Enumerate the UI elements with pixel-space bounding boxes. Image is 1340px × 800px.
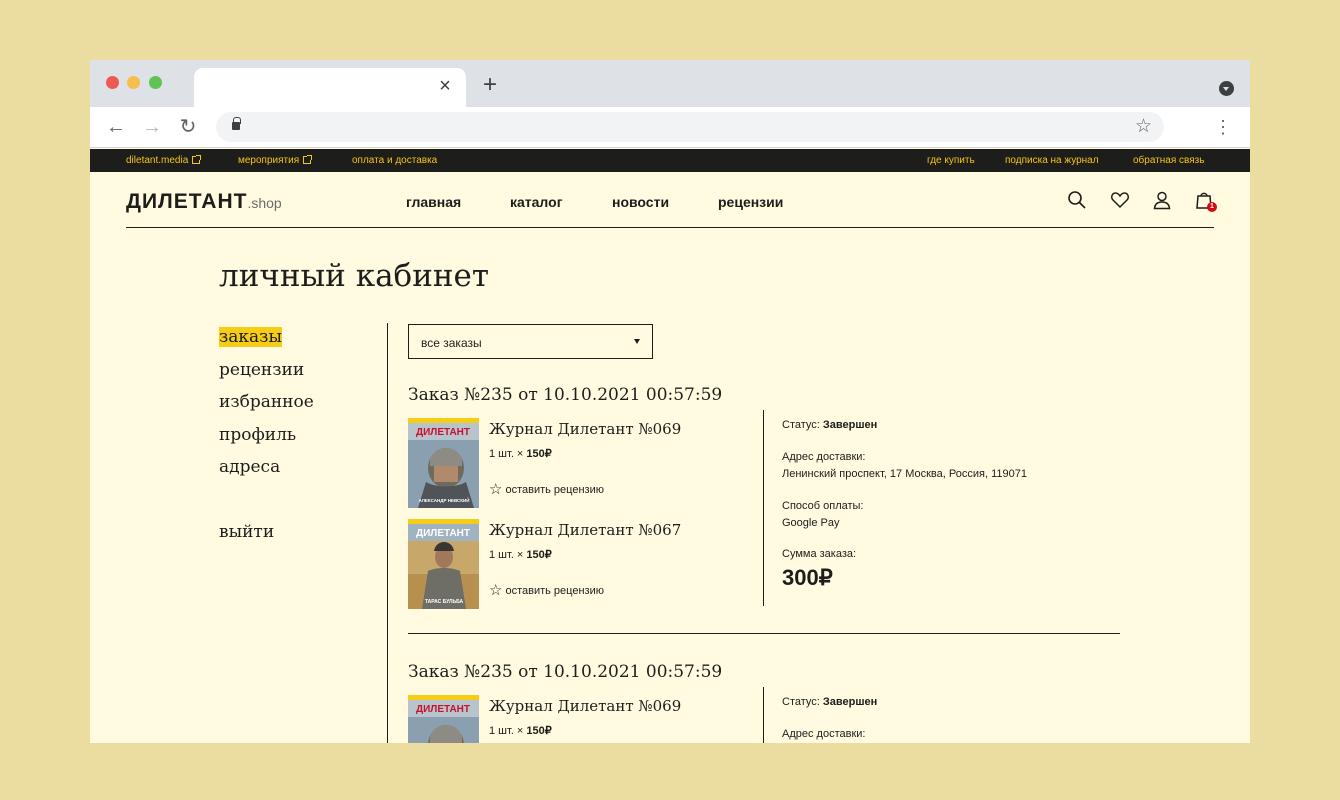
new-tab-button[interactable]: + (480, 73, 500, 97)
star-icon: ☆ (489, 481, 503, 498)
nav-catalog[interactable]: каталог (510, 194, 563, 210)
browser-tab[interactable]: × (194, 68, 466, 107)
order-item: ДИЛЕТАНТ АЛЕКСАНДР НЕВСКИЙ Журнал Дилета… (408, 418, 748, 510)
browser-profile-icon[interactable] (1219, 81, 1234, 96)
magazine-cover-image[interactable]: ДИЛЕТАНТ (408, 695, 479, 743)
top-link-events[interactable]: мероприятия (238, 155, 313, 167)
magazine-cover-image[interactable]: ДИЛЕТАНТ АЛЕКСАНДР НЕВСКИЙ (408, 418, 479, 508)
leave-review-link[interactable]: ☆ оставить рецензию (489, 582, 604, 599)
order-total-label: Сумма заказа: (782, 548, 857, 560)
tab-close-icon[interactable]: × (436, 76, 454, 96)
order-payment-value: Google Pay (782, 517, 840, 529)
order-divider (763, 410, 764, 606)
sidebar-item-reviews[interactable]: рецензии (219, 359, 304, 381)
item-quantity-price: 1 шт. × 150₽ (489, 448, 552, 460)
cover-masthead: ДИЛЕТАНТ (416, 528, 470, 539)
browser-tab-bar: × + (90, 60, 1250, 107)
sidebar-divider (387, 323, 388, 743)
heart-icon[interactable] (1110, 190, 1130, 210)
external-link-icon (192, 155, 202, 164)
nav-news[interactable]: новости (612, 194, 669, 210)
order-address-label: Адрес доставки: (782, 451, 866, 463)
item-quantity-price: 1 шт. × 150₽ (489, 725, 552, 737)
cart-count-badge: 1 (1207, 202, 1217, 212)
site-logo[interactable]: ДИЛЕТАНТ.shop (126, 190, 282, 214)
page-title: личный кабинет (219, 258, 490, 294)
sidebar-item-logout[interactable]: выйти (219, 521, 274, 543)
order-address-label: Адрес доставки: (782, 728, 866, 740)
sidebar-item-addresses[interactable]: адреса (219, 456, 280, 478)
order-divider (763, 687, 764, 743)
cover-masthead: ДИЛЕТАНТ (416, 427, 470, 438)
order-title: Заказ №235 от 10.10.2021 00:57:59 (408, 662, 723, 682)
order-payment-label: Способ оплаты: (782, 500, 864, 512)
order-card: Заказ №235 от 10.10.2021 00:57:59 ДИЛЕТА… (408, 662, 1120, 743)
sidebar-item-profile[interactable]: профиль (219, 424, 296, 446)
item-name[interactable]: Журнал Дилетант №069 (489, 697, 681, 715)
browser-menu-icon[interactable]: ⋮ (1214, 116, 1232, 138)
search-icon[interactable] (1067, 190, 1087, 210)
leave-review-link[interactable]: ☆ оставить рецензию (489, 481, 604, 498)
top-link-diletant-media[interactable]: diletant.media (126, 155, 202, 167)
user-icon[interactable] (1152, 190, 1172, 210)
sidebar-item-orders[interactable]: заказы (219, 326, 282, 348)
site-header: ДИЛЕТАНТ.shop главная каталог новости ре… (126, 172, 1217, 228)
lock-icon (232, 117, 241, 130)
cart-icon[interactable]: 1 (1194, 190, 1217, 212)
orders-filter-value: все заказы (421, 336, 482, 350)
order-status: Статус: Завершен (782, 696, 878, 708)
window-close-button[interactable] (106, 76, 119, 89)
item-name[interactable]: Журнал Дилетант №069 (489, 420, 681, 438)
browser-window: × + ← → ↻ ☆ ⋮ diletant.media мероприятия… (90, 60, 1250, 743)
order-separator (408, 633, 1120, 634)
external-link-icon (303, 155, 313, 164)
cover-masthead: ДИЛЕТАНТ (416, 704, 470, 715)
top-link-payment-delivery[interactable]: оплата и доставка (352, 155, 437, 167)
top-link-subscription[interactable]: подписка на журнал (1005, 155, 1099, 167)
back-arrow-icon[interactable]: ← (105, 116, 127, 138)
forward-arrow-icon[interactable]: → (141, 116, 163, 138)
order-status: Статус: Завершен (782, 419, 878, 431)
window-minimize-button[interactable] (127, 76, 140, 89)
order-total-value: 300₽ (782, 565, 833, 590)
order-title: Заказ №235 от 10.10.2021 00:57:59 (408, 385, 723, 405)
sidebar-item-favorites[interactable]: избранное (219, 391, 314, 413)
cover-caption: ТАРАС БУЛЬБА (425, 599, 464, 605)
item-name[interactable]: Журнал Дилетант №067 (489, 521, 681, 539)
magazine-cover-image[interactable]: ДИЛЕТАНТ ТАРАС БУЛЬБА (408, 519, 479, 609)
cover-caption: АЛЕКСАНДР НЕВСКИЙ (418, 496, 469, 503)
top-link-where-to-buy[interactable]: где купить (927, 155, 975, 167)
caret-down-icon (634, 339, 640, 344)
item-quantity-price: 1 шт. × 150₽ (489, 549, 552, 561)
orders-filter-select[interactable]: все заказы (408, 324, 653, 359)
window-maximize-button[interactable] (149, 76, 162, 89)
order-item: ДИЛЕТАНТ ТАРАС БУЛЬБА Журнал Дилетант №0… (408, 519, 748, 611)
order-item: ДИЛЕТАНТ Журнал Дилетант №069 1 шт. × 15… (408, 695, 748, 743)
top-link-feedback[interactable]: обратная связь (1133, 155, 1204, 167)
nav-reviews[interactable]: рецензии (718, 194, 783, 210)
nav-home[interactable]: главная (406, 194, 461, 210)
star-icon: ☆ (489, 582, 503, 599)
order-address-value: Ленинский проспект, 17 Москва, Россия, 1… (782, 468, 1027, 480)
site-top-strip: diletant.media мероприятия оплата и дост… (90, 149, 1250, 172)
reload-icon[interactable]: ↻ (177, 116, 199, 138)
order-card: Заказ №235 от 10.10.2021 00:57:59 ДИЛЕТА… (408, 385, 1120, 645)
bookmark-star-icon[interactable]: ☆ (1135, 116, 1152, 138)
browser-toolbar: ← → ↻ ☆ ⋮ (90, 107, 1250, 148)
address-bar[interactable]: ☆ (216, 112, 1164, 142)
